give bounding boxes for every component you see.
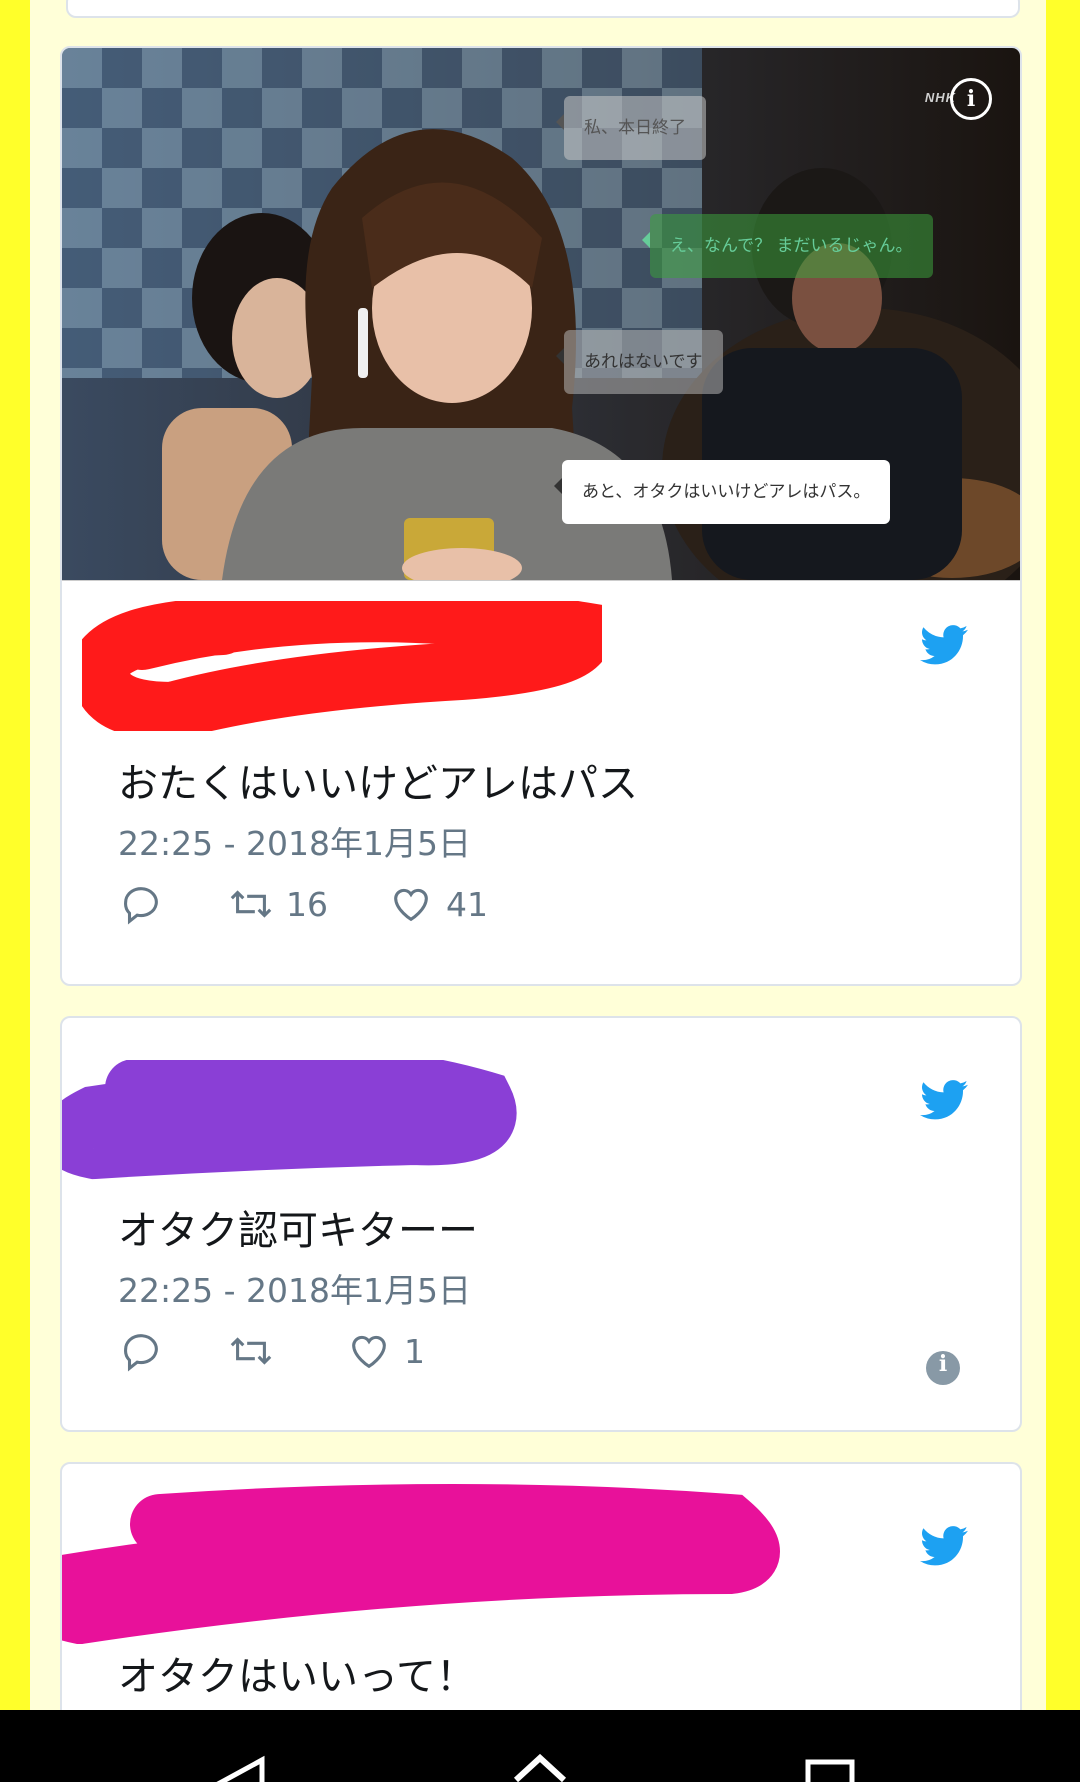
twitter-bird-icon[interactable] xyxy=(920,1080,968,1120)
chat-bubble: 私、本日終了 xyxy=(556,96,706,160)
like-button[interactable]: 41 xyxy=(388,881,488,927)
redaction-scribble xyxy=(82,601,602,731)
twitter-bird-icon[interactable] xyxy=(920,1526,968,1566)
tweet-actions: 1 xyxy=(118,1328,618,1376)
tweet-timestamp[interactable]: 22:25 - 2018年1月5日 xyxy=(118,1264,471,1312)
like-count: 41 xyxy=(446,884,488,924)
home-icon[interactable] xyxy=(510,1746,570,1782)
retweet-count: 16 xyxy=(286,884,328,924)
tweet-timestamp[interactable]: 22:25 - 2018年1月5日 xyxy=(118,817,471,865)
tweet-card[interactable]: NHK i 私、本日終了 え、なんで？ まだいるじゃん。 あれはないです あと、… xyxy=(60,46,1022,986)
heart-icon xyxy=(394,888,428,922)
retweet-button[interactable]: 16 xyxy=(228,881,328,927)
retweet-icon xyxy=(230,890,272,918)
reply-button[interactable] xyxy=(118,881,164,927)
retweet-icon xyxy=(230,1337,272,1365)
android-navigation-bar xyxy=(0,1710,1080,1782)
heart-icon xyxy=(352,1335,386,1369)
chat-bubble: あれはないです xyxy=(556,330,723,394)
twitter-bird-icon[interactable] xyxy=(920,625,968,665)
chat-bubble: あと、オタクはいいけどアレはパス。 xyxy=(553,460,891,524)
reply-icon xyxy=(124,1334,158,1372)
info-icon[interactable]: i xyxy=(950,78,992,120)
tweet-body: おたくはいいけどアレはパス 22:25 - 2018年1月5日 16 41 xyxy=(62,581,1020,983)
info-icon[interactable]: i xyxy=(926,1351,960,1385)
reply-button[interactable] xyxy=(118,1328,164,1374)
like-count: 1 xyxy=(404,1331,425,1371)
redaction-scribble xyxy=(62,1060,517,1180)
tweet-text: オタク認可キターー xyxy=(118,1208,478,1254)
retweet-button[interactable] xyxy=(228,1328,274,1374)
tweet-media[interactable]: NHK i 私、本日終了 え、なんで？ まだいるじゃん。 あれはないです あと、… xyxy=(62,48,1020,581)
tweet-text: おたくはいいけどアレはパス xyxy=(118,761,638,807)
tweet-actions: 16 41 xyxy=(118,881,618,929)
tweet-text: オタクはいいって！ xyxy=(118,1654,476,1700)
back-icon[interactable] xyxy=(210,1754,270,1782)
reply-icon xyxy=(124,887,158,925)
chat-bubble: え、なんで？ まだいるじゃん。 xyxy=(642,214,933,278)
tweet-card[interactable]: オタク認可キターー 22:25 - 2018年1月5日 1 i xyxy=(60,1016,1022,1432)
redaction-scribble xyxy=(62,1484,780,1644)
recents-icon[interactable] xyxy=(800,1754,860,1782)
previous-card-edge xyxy=(66,0,1020,18)
like-button[interactable]: 1 xyxy=(346,1328,425,1374)
